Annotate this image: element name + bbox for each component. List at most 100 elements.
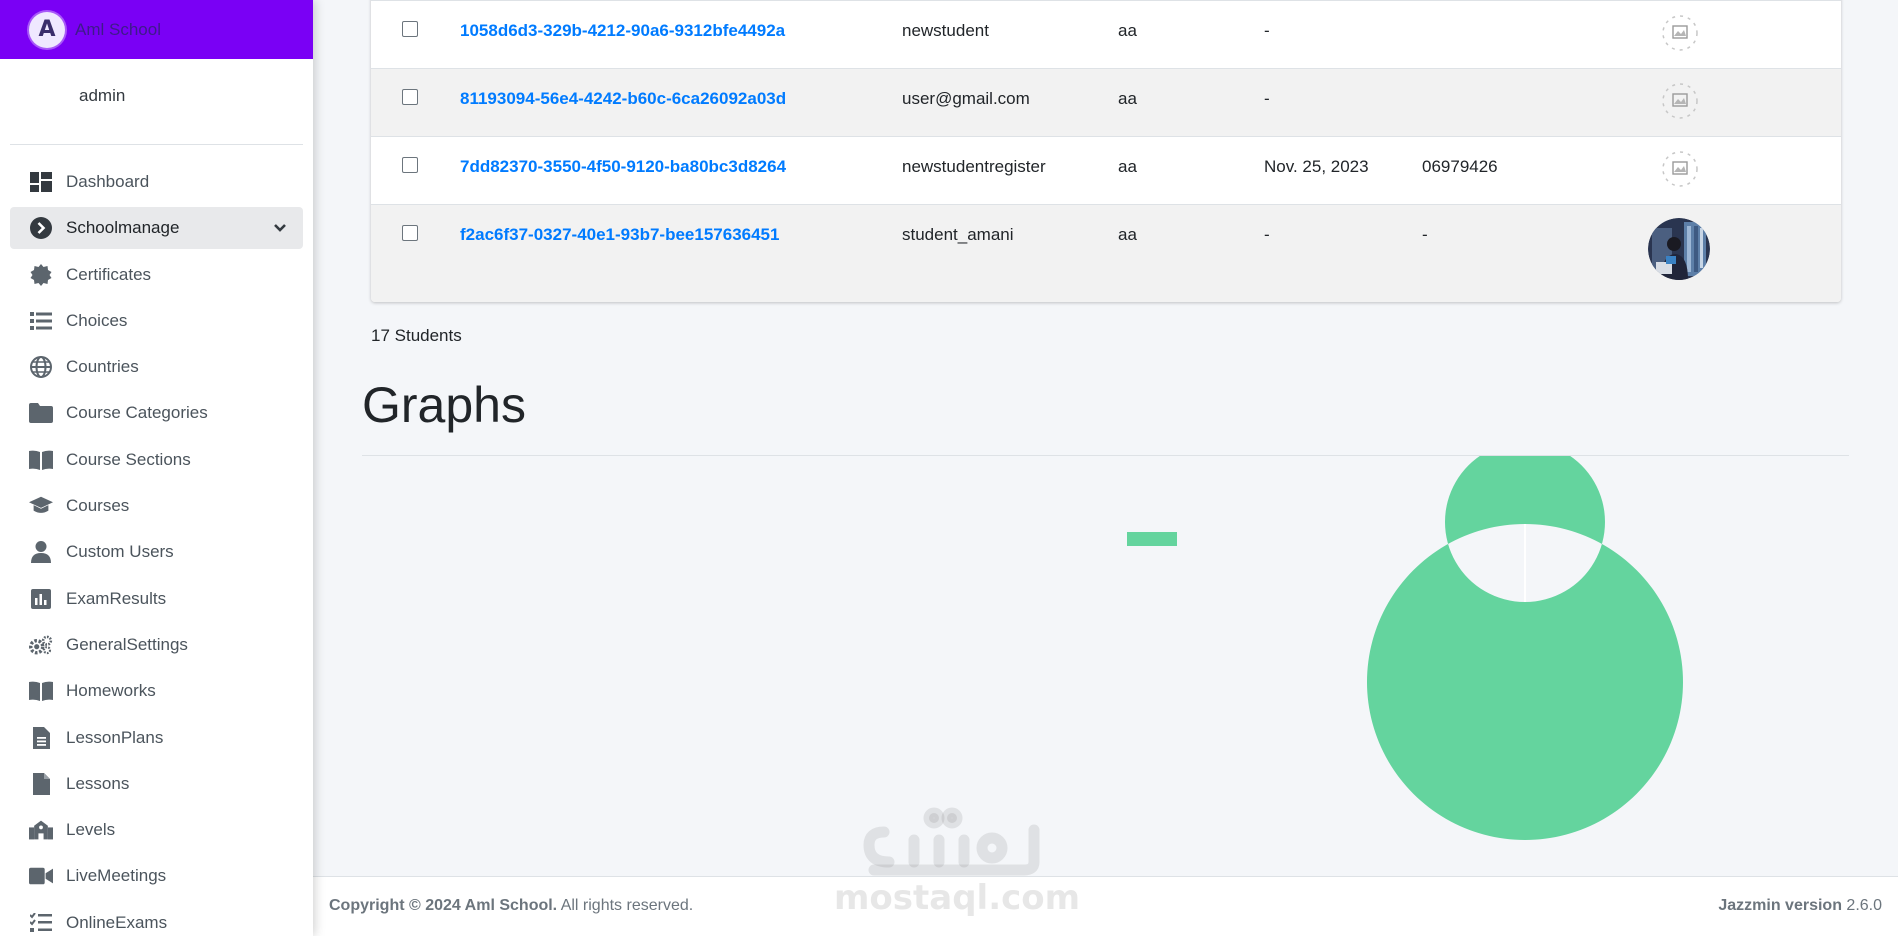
row-name: aa: [1118, 225, 1137, 244]
row-name: aa: [1118, 157, 1137, 176]
sidebar-item-label: GeneralSettings: [66, 634, 188, 654]
row-phone: -: [1422, 225, 1428, 244]
sidebar-item-label: Countries: [66, 357, 139, 377]
row-username: student_amani: [902, 225, 1014, 244]
sidebar-item-label: OnlineExams: [66, 912, 168, 932]
sidebar-item-generalsettings[interactable]: GeneralSettings: [10, 624, 303, 666]
legend-swatch[interactable]: [1127, 532, 1177, 546]
copyright-rest: All rights reserved.: [557, 897, 694, 914]
row-username: newstudent: [902, 21, 989, 40]
table-row[interactable]: f2ac6f37-0327-40e1-93b7-bee157636451 stu…: [371, 204, 1841, 302]
sidebar-item-label: Courses: [66, 496, 130, 516]
chevron-circle-right-icon: [29, 216, 53, 240]
row-checkbox[interactable]: [402, 157, 418, 173]
cogs-icon: [29, 633, 53, 657]
sidebar-item-examresults[interactable]: ExamResults: [10, 578, 303, 620]
sidebar-item-label: Homeworks: [66, 681, 156, 701]
user-name: admin: [79, 85, 126, 105]
sidebar-item-label: LessonPlans: [66, 727, 164, 747]
sidebar-item-course-sections[interactable]: Course Sections: [10, 439, 303, 481]
sidebar-item-countries[interactable]: Countries: [10, 346, 303, 388]
row-name: aa: [1118, 21, 1137, 40]
list-icon: [29, 309, 53, 333]
footer: Copyright © 2024 Aml School. All rights …: [313, 876, 1898, 936]
page-title: Graphs: [362, 377, 526, 433]
brand-name: Aml School: [75, 19, 161, 39]
school-icon: [29, 818, 53, 842]
sidebar-item-label: Certificates: [66, 264, 152, 284]
broken-image-icon: [1660, 83, 1700, 119]
row-id-link[interactable]: f2ac6f37-0327-40e1-93b7-bee157636451: [460, 225, 779, 245]
row-date: Nov. 25, 2023: [1264, 157, 1369, 176]
sidebar-item-courses[interactable]: Courses: [10, 485, 303, 527]
chart-bar-icon: [29, 587, 53, 611]
sidebar-item-course-categories[interactable]: Course Categories: [10, 392, 303, 434]
sidebar-item-label: Dashboard: [66, 172, 150, 191]
results-table: 1058d6d3-329b-4212-90a6-9312bfe4492a new…: [371, 0, 1841, 302]
sidebar-item-lessons[interactable]: Lessons: [10, 763, 303, 805]
results-count: 17 Students: [371, 326, 462, 345]
sidebar-item-label: Course Categories: [66, 403, 208, 423]
sidebar-item-label: ExamResults: [66, 588, 167, 608]
book-open-icon: [29, 679, 53, 703]
sidebar-item-schoolmanage[interactable]: Schoolmanage: [10, 207, 303, 250]
row-checkbox[interactable]: [402, 225, 418, 241]
sidebar-item-onlineexams[interactable]: OnlineExams: [10, 902, 303, 936]
sidebar-item-lessonplans[interactable]: LessonPlans: [10, 717, 303, 759]
copyright-bold: Copyright © 2024 Aml School.: [329, 897, 558, 914]
row-checkbox[interactable]: [402, 89, 418, 105]
book-open-icon: [29, 448, 53, 472]
tasks-icon: [29, 911, 53, 935]
brand-link[interactable]: A Aml School: [0, 0, 313, 59]
brand-logo-letter: A: [38, 17, 56, 42]
table-row[interactable]: 7dd82370-3550-4f50-9120-ba80bc3d8264 new…: [371, 136, 1841, 204]
version-value: 2.6.0: [1841, 897, 1882, 914]
sidebar-item-homeworks[interactable]: Homeworks: [10, 670, 303, 712]
chart-legend[interactable]: [1127, 532, 1177, 546]
sidebar-item-label: Schoolmanage: [66, 218, 180, 238]
table-row[interactable]: 1058d6d3-329b-4212-90a6-9312bfe4492a new…: [371, 0, 1841, 68]
avatar: [1648, 218, 1710, 280]
doughnut-chart: [1127, 456, 1683, 840]
row-phone: 06979426: [1422, 157, 1498, 176]
broken-image-icon: [1660, 151, 1700, 187]
chart-slice[interactable]: [1367, 456, 1683, 840]
sidebar-item-label: Course Sections: [66, 449, 191, 469]
row-date: -: [1264, 21, 1270, 40]
row-username: user@gmail.com: [902, 89, 1030, 108]
dashboard-icon: [29, 170, 53, 194]
sidebar-item-dashboard[interactable]: Dashboard: [10, 161, 303, 203]
sidebar-nav: Dashboard Schoolmanage Certificates Choi…: [0, 145, 313, 936]
row-id-link[interactable]: 1058d6d3-329b-4212-90a6-9312bfe4492a: [460, 21, 785, 41]
brand-logo: A: [29, 11, 65, 48]
sidebar-item-custom-users[interactable]: Custom Users: [10, 531, 303, 573]
version-label: Jazzmin version: [1718, 897, 1842, 914]
video-icon: [29, 864, 53, 888]
footer-version: Jazzmin version 2.6.0: [1718, 897, 1882, 915]
row-date: -: [1264, 89, 1270, 108]
sidebar-item-livemeetings[interactable]: LiveMeetings: [10, 855, 303, 897]
chart-slices: [1367, 456, 1683, 840]
sidebar-item-label: Custom Users: [66, 542, 174, 562]
sidebar-item-levels[interactable]: Levels: [10, 809, 303, 851]
file-icon: [29, 772, 53, 796]
row-id-link[interactable]: 81193094-56e4-4242-b60c-6ca26092a03d: [460, 89, 786, 109]
sidebar-item-label: LiveMeetings: [66, 866, 167, 886]
globe-icon: [29, 355, 53, 379]
chevron-down-icon: [273, 218, 287, 238]
row-id-link[interactable]: 7dd82370-3550-4f50-9120-ba80bc3d8264: [460, 157, 786, 177]
folder-icon: [29, 401, 53, 425]
table-row[interactable]: 81193094-56e4-4242-b60c-6ca26092a03d use…: [371, 68, 1841, 136]
footer-copyright: Copyright © 2024 Aml School. All rights …: [329, 897, 693, 915]
user-icon: [29, 540, 53, 564]
user-panel[interactable]: admin: [10, 59, 303, 145]
row-date: -: [1264, 225, 1270, 244]
sidebar-item-certificates[interactable]: Certificates: [10, 254, 303, 296]
sidebar: A Aml School admin Dashboard Schoolmanag…: [0, 0, 313, 936]
sidebar-item-label: Lessons: [66, 773, 130, 793]
row-username: newstudentregister: [902, 157, 1046, 176]
sidebar-item-choices[interactable]: Choices: [10, 300, 303, 342]
row-checkbox[interactable]: [402, 21, 418, 37]
graduation-cap-icon: [29, 494, 53, 518]
certificate-icon: [29, 263, 53, 287]
